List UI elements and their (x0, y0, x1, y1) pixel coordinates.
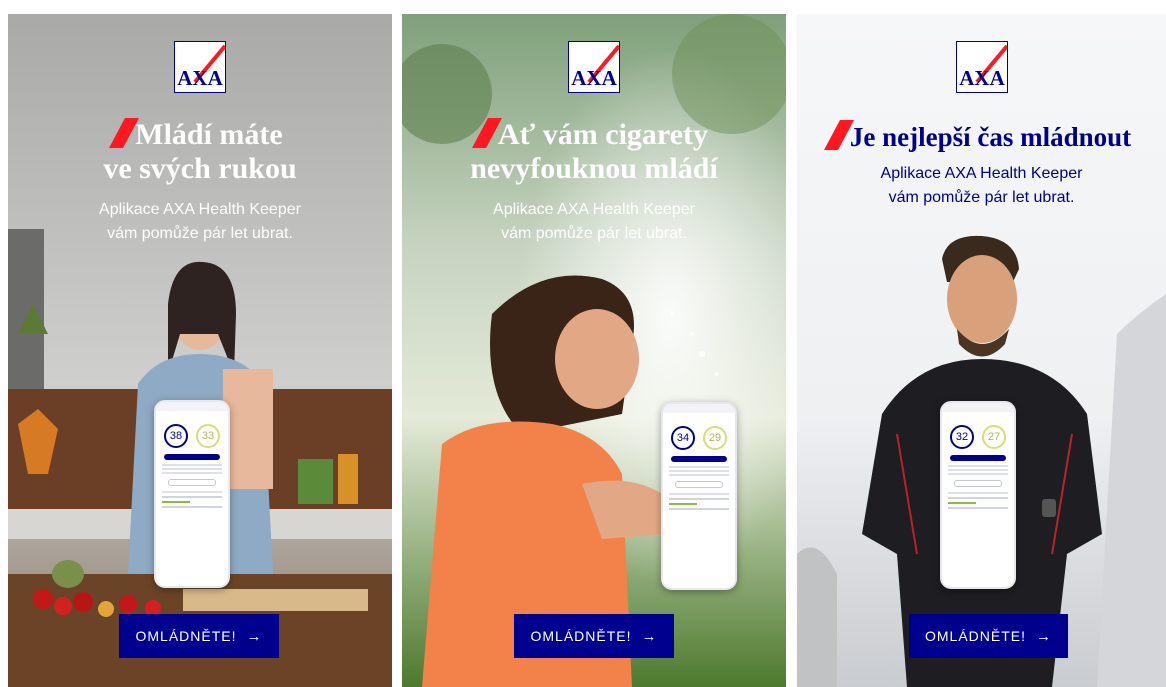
headline-line-1: Mládí máte (135, 118, 283, 151)
app-phone-mockup: 38 33 (154, 400, 230, 588)
phone-app-header (156, 411, 228, 420)
current-age-ring: 38 (164, 424, 188, 448)
headline-line-1: Je nejlepší čas mládnout (849, 122, 1132, 152)
headline: Je nejlepší čas mládnout (797, 120, 1166, 154)
age-rings: 34 29 (663, 422, 735, 452)
phone-text-line (162, 472, 222, 474)
phone-progress-track (669, 498, 729, 500)
axa-logo: AXA (955, 41, 1008, 93)
cta-button[interactable]: OMLÁDNĚTE! → (909, 614, 1068, 658)
target-age-ring: 27 (982, 425, 1006, 449)
phone-app-header (663, 413, 735, 422)
headline: Ať vám cigarety nevyfouknou mládí (402, 118, 786, 186)
phone-progress-fill (162, 501, 190, 503)
cta-button[interactable]: OMLÁDNĚTE! → (119, 614, 279, 658)
phone-chart-line (948, 492, 1008, 494)
phone-chart-line (669, 493, 729, 495)
phone-primary-button (950, 455, 1006, 461)
current-age-ring: 34 (671, 426, 695, 450)
cta-label: OMLÁDNĚTE! (530, 628, 632, 644)
target-age-ring: 29 (703, 426, 727, 450)
sub-line-2: vám pomůže pár let ubrat. (888, 189, 1075, 206)
sub-line-2: vám pomůže pár let ubrat. (107, 225, 293, 242)
target-age-ring: 33 (196, 424, 220, 448)
cta-label: OMLÁDNĚTE! (135, 628, 237, 644)
phone-text-line (162, 464, 222, 466)
phone-secondary-button (675, 481, 723, 488)
phone-text-line (948, 473, 1008, 475)
ad-panel-runner: AXA Je nejlepší čas mládnout Aplikace AX… (797, 14, 1166, 687)
phone-text-line (948, 469, 1008, 471)
app-phone-mockup: 32 27 (940, 401, 1016, 589)
svg-text:AXA: AXA (177, 66, 223, 90)
subheadline: Aplikace AXA Health Keeper vám pomůže pá… (797, 162, 1166, 210)
phone-app-header (942, 412, 1014, 421)
phone-chart-line (162, 491, 222, 493)
headline-line-2: nevyfouknou mládí (470, 152, 718, 185)
sub-line-1: Aplikace AXA Health Keeper (493, 201, 695, 218)
subheadline: Aplikace AXA Health Keeper vám pomůže pá… (402, 198, 786, 246)
svg-text:AXA: AXA (571, 66, 617, 90)
phone-progress-fill (948, 502, 976, 504)
phone-text-line (669, 474, 729, 476)
age-rings: 38 33 (156, 420, 228, 450)
phone-text-line (948, 465, 1008, 467)
phone-status-bar (663, 404, 735, 413)
sub-line-2: vám pomůže pár let ubrat. (501, 225, 687, 242)
phone-text-line (162, 468, 222, 470)
age-rings: 32 27 (942, 421, 1014, 451)
phone-progress-track (948, 497, 1008, 499)
current-age-ring: 32 (950, 425, 974, 449)
phone-text-line (669, 466, 729, 468)
ad-panel-dandelion: AXA Ať vám cigarety nevyfouknou mládí Ap… (402, 14, 786, 687)
arrow-right-icon: → (641, 627, 658, 645)
phone-progress-fill (669, 503, 697, 505)
axa-logo: AXA (174, 41, 226, 93)
phone-secondary-button (954, 480, 1002, 487)
cta-label: OMLÁDNĚTE! (924, 628, 1026, 644)
phone-status-bar (942, 403, 1014, 412)
sub-line-1: Aplikace AXA Health Keeper (99, 201, 301, 218)
sub-line-1: Aplikace AXA Health Keeper (880, 165, 1083, 182)
phone-primary-button (671, 456, 727, 462)
subheadline: Aplikace AXA Health Keeper vám pomůže pá… (8, 198, 392, 246)
phone-secondary-button (168, 479, 216, 486)
headline-line-2: ve svých rukou (103, 152, 297, 185)
phone-progress-track (162, 496, 222, 498)
phone-progress-track (669, 508, 729, 510)
ad-panel-kitchen: AXA Mládí máte ve svých rukou Aplikace A… (8, 14, 392, 687)
axa-logo: AXA (568, 41, 620, 93)
cta-button[interactable]: OMLÁDNĚTE! → (514, 614, 674, 658)
svg-text:AXA: AXA (959, 66, 1005, 90)
phone-progress-track (948, 507, 1008, 509)
phone-text-line (669, 470, 729, 472)
headline-line-1: Ať vám cigarety (497, 118, 708, 151)
headline: Mládí máte ve svých rukou (8, 118, 392, 186)
phone-primary-button (164, 454, 220, 460)
app-phone-mockup: 34 29 (661, 402, 737, 590)
phone-progress-track (162, 506, 222, 508)
arrow-right-icon: → (1036, 627, 1052, 645)
arrow-right-icon: → (246, 627, 263, 645)
phone-status-bar (156, 402, 228, 411)
